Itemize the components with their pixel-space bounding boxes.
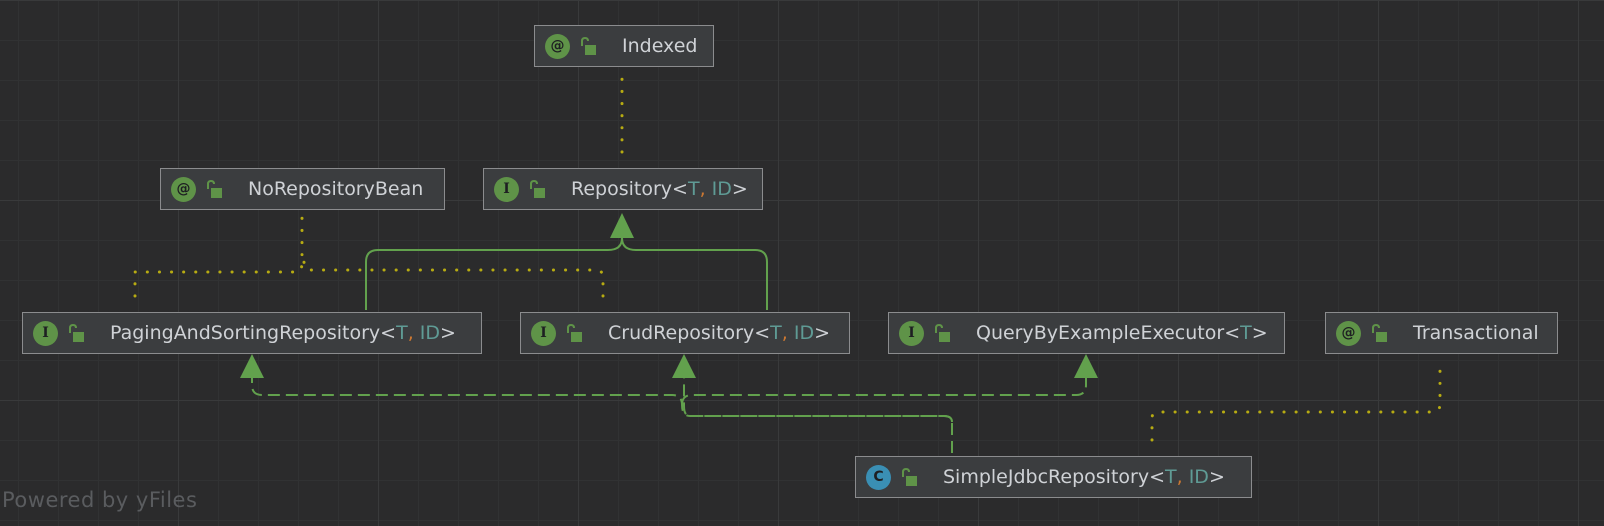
type-param: ID	[711, 178, 732, 200]
edge-paging-no-repository-bean	[133, 212, 304, 298]
interface-badge-icon: I	[494, 176, 519, 202]
generic-open: <	[380, 322, 397, 344]
node-label: Indexed	[622, 35, 697, 57]
node-transactional[interactable]: @ Transactional	[1325, 312, 1558, 354]
edge-simplejdbc-transactional	[1150, 366, 1442, 442]
unlocked-icon	[530, 179, 545, 198]
node-name: CrudRepository	[608, 322, 755, 344]
edge-paging-repository	[365, 237, 623, 310]
unlocked-icon	[935, 323, 950, 342]
edge-crud-repository	[621, 237, 768, 310]
edge-simplejdbc-query-by-example	[681, 378, 1087, 406]
unlocked-icon	[207, 179, 222, 198]
node-paging-and-sorting-repository[interactable]: I PagingAndSortingRepository<T, ID>	[22, 312, 482, 354]
generic-close: >	[1208, 466, 1225, 488]
generic-open: <	[1149, 466, 1165, 488]
generic-open: <	[672, 178, 688, 200]
type-param: T	[1165, 466, 1177, 488]
unlocked-icon	[902, 467, 917, 486]
arrowhead-paging	[240, 354, 264, 378]
arrowhead-crud	[672, 354, 696, 378]
node-name: NoRepositoryBean	[248, 178, 424, 200]
generic-open: <	[1224, 322, 1241, 344]
node-name: PagingAndSortingRepository	[110, 322, 381, 344]
type-param: T	[396, 322, 408, 344]
class-badge-icon: C	[866, 464, 891, 490]
arrowhead-repository	[610, 213, 634, 238]
annotation-badge-icon: @	[171, 176, 196, 202]
node-label: NoRepositoryBean	[248, 178, 423, 200]
generic-close: >	[814, 322, 830, 344]
watermark: Powered by yFiles	[2, 488, 198, 512]
node-label: QueryByExampleExecutor<T>	[976, 322, 1268, 344]
type-param: T	[1240, 322, 1252, 344]
node-label: PagingAndSortingRepository<T, ID>	[110, 322, 456, 344]
interface-badge-icon: I	[531, 320, 556, 346]
edge-crud-no-repository-bean	[302, 260, 605, 298]
arrowhead-query-by-example	[1074, 354, 1098, 378]
node-label: SimpleJdbcRepository<T, ID>	[943, 466, 1225, 488]
type-param: ID	[1188, 466, 1209, 488]
generic-comma: ,	[699, 178, 712, 200]
node-name: QueryByExampleExecutor	[976, 322, 1225, 344]
node-name: Repository	[571, 178, 673, 200]
annotation-badge-icon: @	[545, 33, 570, 59]
node-simple-jdbc-repository[interactable]: C SimpleJdbcRepository<T, ID>	[855, 456, 1252, 498]
unlocked-icon	[1372, 323, 1387, 342]
type-param: ID	[793, 322, 815, 344]
node-label: Transactional	[1413, 322, 1539, 344]
node-repository[interactable]: I Repository<T, ID>	[483, 168, 763, 210]
node-indexed[interactable]: @ Indexed	[534, 25, 714, 67]
node-no-repository-bean[interactable]: @ NoRepositoryBean	[160, 168, 445, 210]
generic-close: >	[440, 322, 456, 344]
unlocked-icon	[581, 36, 596, 55]
generic-comma: ,	[781, 322, 794, 344]
unlocked-icon	[567, 323, 582, 342]
edges-layer	[133, 68, 1442, 453]
node-name: Transactional	[1413, 322, 1539, 344]
node-query-by-example-executor[interactable]: I QueryByExampleExecutor<T>	[888, 312, 1285, 354]
type-param: ID	[419, 322, 441, 344]
type-param: T	[770, 322, 782, 344]
generic-close: >	[731, 178, 748, 200]
node-crud-repository[interactable]: I CrudRepository<T, ID>	[520, 312, 850, 354]
generic-comma: ,	[407, 322, 420, 344]
node-name: SimpleJdbcRepository	[943, 466, 1150, 488]
node-label: CrudRepository<T, ID>	[608, 322, 830, 344]
generic-comma: ,	[1176, 466, 1189, 488]
annotation-badge-icon: @	[1336, 320, 1361, 346]
unlocked-icon	[69, 323, 84, 342]
node-name: Indexed	[622, 35, 698, 57]
node-label: Repository<T, ID>	[571, 178, 748, 200]
interface-badge-icon: I	[899, 320, 924, 346]
interface-badge-icon: I	[33, 320, 58, 346]
type-param: T	[687, 178, 700, 200]
generic-close: >	[1251, 322, 1268, 344]
generic-open: <	[754, 322, 771, 344]
